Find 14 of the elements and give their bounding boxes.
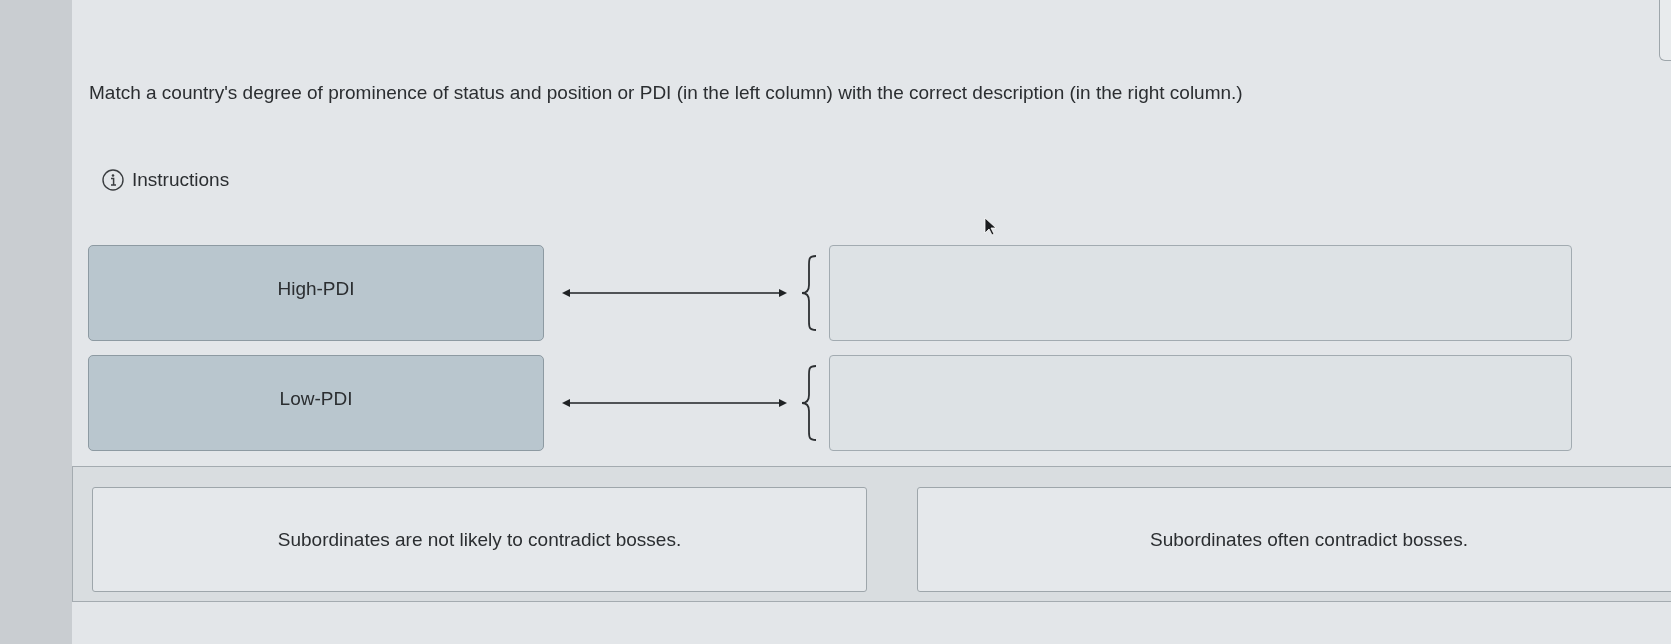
- drop-zone[interactable]: [829, 245, 1572, 341]
- curly-brace-icon: [800, 365, 818, 441]
- double-arrow-icon: [562, 288, 787, 298]
- answer-card[interactable]: Subordinates often contradict bosses.: [917, 487, 1671, 592]
- prompt-tile: High-PDI: [88, 245, 544, 341]
- curly-brace-icon: [800, 255, 818, 331]
- answer-card[interactable]: Subordinates are not likely to contradict bosses.: [92, 487, 867, 592]
- info-icon: [102, 169, 124, 191]
- drop-zone[interactable]: [829, 355, 1572, 451]
- instructions-button[interactable]: Instructions: [102, 168, 230, 192]
- mouse-cursor-icon: [984, 217, 997, 236]
- prompt-tile: Low-PDI: [88, 355, 544, 451]
- double-arrow-icon: [562, 398, 787, 408]
- question-prompt: Match a country's degree of prominence of status and position or PDI (in the left column) with the correct description (in the right column.): [89, 82, 1243, 104]
